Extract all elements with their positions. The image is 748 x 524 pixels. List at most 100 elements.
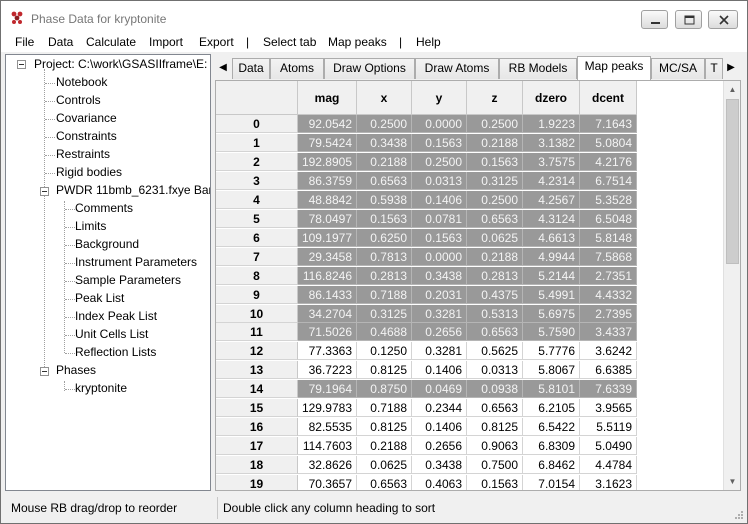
grid-cell-dzero[interactable]: 5.4991	[523, 285, 580, 304]
row-header[interactable]: 2	[216, 152, 298, 171]
menu-map-peaks[interactable]: Map peaks	[328, 35, 387, 49]
grid-cell-mag[interactable]: 77.3363	[298, 342, 357, 361]
tab-draw-options[interactable]: Draw Options	[324, 58, 415, 79]
grid-cell-x[interactable]: 0.2813	[357, 266, 412, 285]
grid-cell-dcent[interactable]: 2.7351	[580, 266, 637, 285]
scroll-down-icon[interactable]: ▼	[724, 473, 741, 490]
grid-cell-mag[interactable]: 79.5424	[298, 133, 357, 152]
grid-cell-x[interactable]: 0.6250	[357, 228, 412, 247]
grid-cell-x[interactable]: 0.7188	[357, 399, 412, 418]
grid-cell-x[interactable]: 0.6563	[357, 171, 412, 190]
grid-cell-dzero[interactable]: 4.9944	[523, 247, 580, 266]
grid-cell-dzero[interactable]: 5.7590	[523, 323, 580, 342]
collapse-pwdr-icon[interactable]	[40, 187, 49, 196]
row-header[interactable]: 15	[216, 399, 298, 418]
menu-calculate[interactable]: Calculate	[86, 35, 136, 49]
grid-cell-dzero[interactable]: 1.9223	[523, 115, 580, 133]
grid-cell-y[interactable]: 0.0313	[412, 171, 467, 190]
row-header[interactable]: 3	[216, 171, 298, 190]
grid-cell-x[interactable]: 0.8750	[357, 380, 412, 399]
grid-cell-z[interactable]: 0.2813	[467, 266, 523, 285]
grid-cell-y[interactable]: 0.1406	[412, 361, 467, 380]
tree-item-pwdr[interactable]: PWDR 11bmb_6231.fxye Ban	[56, 183, 210, 197]
tree-item-kryptonite[interactable]: kryptonite	[75, 381, 128, 395]
grid-cell-x[interactable]: 0.1250	[357, 342, 412, 361]
row-header[interactable]: 1	[216, 133, 298, 152]
grid-cell-dzero[interactable]: 4.6613	[523, 228, 580, 247]
grid-cell-y[interactable]: 0.1406	[412, 418, 467, 437]
grid-cell-dzero[interactable]: 5.6975	[523, 304, 580, 323]
grid-cell-dzero[interactable]: 4.2567	[523, 190, 580, 209]
grid-cell-mag[interactable]: 86.1433	[298, 285, 357, 304]
row-header[interactable]: 5	[216, 209, 298, 228]
tree-item-comments[interactable]: Comments	[75, 201, 133, 215]
menu-select-tab[interactable]: Select tab	[263, 35, 316, 49]
row-header[interactable]: 7	[216, 247, 298, 266]
grid-cell-x[interactable]: 0.8125	[357, 361, 412, 380]
grid-cell-dzero[interactable]: 4.3124	[523, 209, 580, 228]
tree-item-peak-list[interactable]: Peak List	[75, 291, 124, 305]
tab-rb-models[interactable]: RB Models	[499, 58, 577, 79]
grid-cell-x[interactable]: 0.2188	[357, 437, 412, 456]
grid-cell-mag[interactable]: 109.1977	[298, 228, 357, 247]
close-button[interactable]	[708, 10, 738, 29]
grid-cell-y[interactable]: 0.2500	[412, 152, 467, 171]
grid-cell-y[interactable]: 0.0000	[412, 247, 467, 266]
grid-cell-dcent[interactable]: 7.5868	[580, 247, 637, 266]
tree-item-restraints[interactable]: Restraints	[56, 147, 110, 161]
grid-cell-dcent[interactable]: 4.4784	[580, 456, 637, 475]
grid-cell-z[interactable]: 0.2188	[467, 133, 523, 152]
menu-export[interactable]: Export	[199, 35, 234, 49]
row-header[interactable]: 17	[216, 437, 298, 456]
grid-cell-mag[interactable]: 192.8905	[298, 152, 357, 171]
grid-corner[interactable]	[216, 81, 298, 115]
tree-item-rigid-bodies[interactable]: Rigid bodies	[56, 165, 122, 179]
scroll-up-icon[interactable]: ▲	[724, 81, 741, 98]
grid-cell-mag[interactable]: 36.7223	[298, 361, 357, 380]
grid-cell-x[interactable]: 0.6563	[357, 475, 412, 490]
menu-data[interactable]: Data	[48, 35, 73, 49]
collapse-project-icon[interactable]	[17, 60, 26, 69]
grid-cell-mag[interactable]: 71.5026	[298, 323, 357, 342]
tree-item-constraints[interactable]: Constraints	[56, 129, 117, 143]
tab-data[interactable]: Data	[232, 58, 270, 79]
menu-help[interactable]: Help	[416, 35, 441, 49]
row-header[interactable]: 13	[216, 361, 298, 380]
grid-cell-y[interactable]: 0.3438	[412, 456, 467, 475]
tree-item-phases[interactable]: Phases	[56, 363, 96, 377]
grid-cell-dcent[interactable]: 6.7514	[580, 171, 637, 190]
tab-scroll-right-icon[interactable]: ▶	[725, 58, 737, 78]
tree-item-controls[interactable]: Controls	[56, 93, 101, 107]
grid-cell-dcent[interactable]: 5.3528	[580, 190, 637, 209]
grid-cell-z[interactable]: 0.2188	[467, 247, 523, 266]
grid-cell-dzero[interactable]: 5.8067	[523, 361, 580, 380]
grid-cell-y[interactable]: 0.4063	[412, 475, 467, 490]
column-header-dcent[interactable]: dcent	[580, 81, 637, 115]
row-header[interactable]: 9	[216, 285, 298, 304]
grid-cell-dcent[interactable]: 3.1623	[580, 475, 637, 490]
grid-cell-x[interactable]: 0.4688	[357, 323, 412, 342]
grid-cell-dcent[interactable]: 3.4337	[580, 323, 637, 342]
grid-cell-dcent[interactable]: 6.5048	[580, 209, 637, 228]
grid-cell-dcent[interactable]: 6.6385	[580, 361, 637, 380]
grid-cell-dcent[interactable]: 4.4332	[580, 285, 637, 304]
grid-cell-z[interactable]: 0.3125	[467, 171, 523, 190]
grid-cell-dcent[interactable]: 5.0490	[580, 437, 637, 456]
grid-cell-y[interactable]: 0.2031	[412, 285, 467, 304]
column-header-dzero[interactable]: dzero	[523, 81, 580, 115]
grid-cell-y[interactable]: 0.0000	[412, 115, 467, 133]
tab-mc-sa[interactable]: MC/SA	[651, 58, 705, 79]
row-header[interactable]: 8	[216, 266, 298, 285]
grid-cell-x[interactable]: 0.7813	[357, 247, 412, 266]
grid-cell-mag[interactable]: 34.2704	[298, 304, 357, 323]
row-header[interactable]: 12	[216, 342, 298, 361]
tree-item-sample-parameters[interactable]: Sample Parameters	[75, 273, 181, 287]
grid-cell-y[interactable]: 0.3281	[412, 304, 467, 323]
grid-cell-z[interactable]: 0.6563	[467, 323, 523, 342]
grid-cell-dzero[interactable]: 5.2144	[523, 266, 580, 285]
grid-cell-y[interactable]: 0.2656	[412, 323, 467, 342]
tree-item-limits[interactable]: Limits	[75, 219, 106, 233]
grid-cell-mag[interactable]: 70.3657	[298, 475, 357, 490]
data-tree[interactable]: Project: C:\work\GSASIIframe\E: Notebook…	[5, 54, 211, 491]
tree-item-unit-cells-list[interactable]: Unit Cells List	[75, 327, 148, 341]
